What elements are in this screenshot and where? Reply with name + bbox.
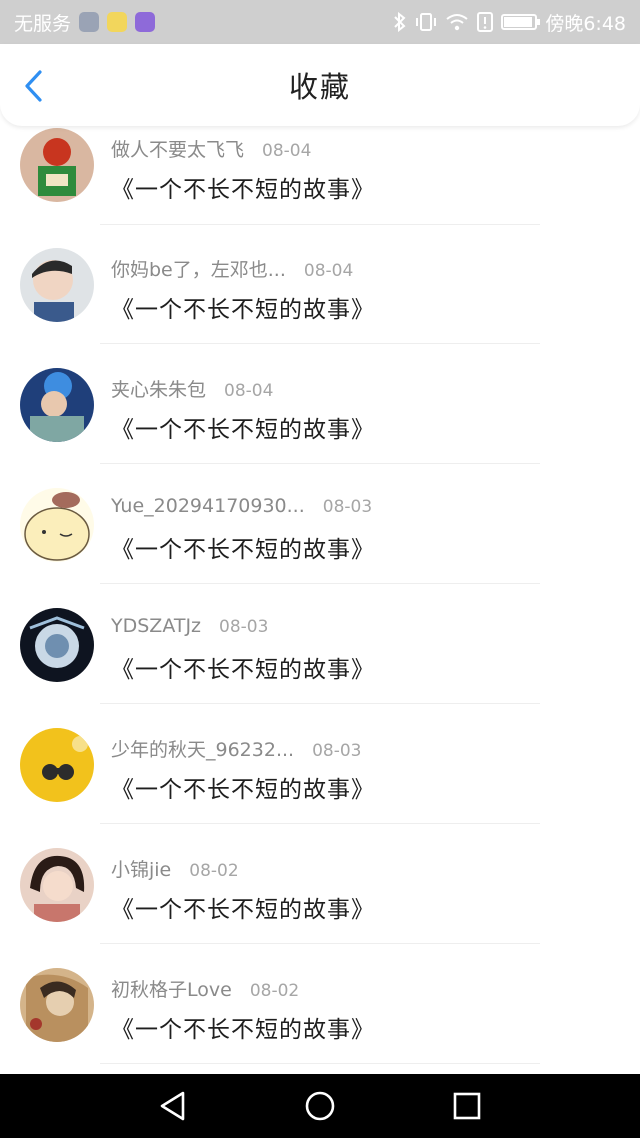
recents-square-icon xyxy=(453,1092,480,1120)
app-chat-icon xyxy=(135,12,156,32)
carrier-text: 无服务 xyxy=(14,12,72,35)
status-bar: 无服务 傍晚6:48 xyxy=(0,0,640,44)
nav-home-button[interactable] xyxy=(300,1086,340,1126)
battery-icon xyxy=(501,14,541,30)
post-date: 08-02 xyxy=(249,981,300,1001)
post-date: 08-03 xyxy=(322,497,373,517)
status-right: 傍晚6:48 xyxy=(393,9,626,36)
list-item[interactable]: 初秋格子Love 08-02 《一个不长不短的故事》 xyxy=(0,944,640,1064)
story-title[interactable]: 《一个不长不短的故事》 xyxy=(111,1010,375,1044)
list-item[interactable]: 小锦jie 08-02 《一个不长不短的故事》 xyxy=(0,824,640,944)
back-button[interactable] xyxy=(14,66,54,106)
username: 小锦jie xyxy=(111,859,172,881)
story-title[interactable]: 《一个不长不短的故事》 xyxy=(111,530,375,564)
status-left: 无服务 xyxy=(14,9,156,36)
post-date: 08-03 xyxy=(219,617,269,637)
alert-icon xyxy=(477,12,494,32)
username: 少年的秋天_96232... xyxy=(111,739,295,761)
post-date: 08-03 xyxy=(312,741,362,761)
username: 初秋格子Love xyxy=(111,979,232,1001)
username: 你妈be了，左邓也... xyxy=(111,259,286,281)
story-title[interactable]: 《一个不长不短的故事》 xyxy=(111,410,375,444)
bluetooth-icon xyxy=(394,12,406,32)
system-nav-bar xyxy=(0,1074,640,1138)
username: YDSZATJz xyxy=(111,615,202,637)
home-circle-icon xyxy=(305,1091,335,1121)
list-item[interactable]: 你妈be了，左邓也... 08-04 《一个不长不短的故事》 xyxy=(0,224,640,344)
avatar xyxy=(20,248,94,322)
story-title[interactable]: 《一个不长不短的故事》 xyxy=(111,890,375,924)
favorites-list: 做人不要太飞飞 08-04 《一个不长不短的故事》 你妈be了，左邓也... 0… xyxy=(0,104,640,1074)
list-item[interactable]: Yue_20294170930... 08-03 《一个不长不短的故事》 xyxy=(0,464,640,584)
nav-recents-button[interactable] xyxy=(447,1086,487,1126)
story-title[interactable]: 《一个不长不短的故事》 xyxy=(111,650,375,684)
post-date: 08-02 xyxy=(189,861,239,881)
username: 做人不要太飞飞 xyxy=(111,139,245,161)
post-date: 08-04 xyxy=(262,141,312,161)
wifi-icon xyxy=(446,14,468,31)
story-title[interactable]: 《一个不长不短的故事》 xyxy=(111,170,375,204)
avatar xyxy=(20,848,94,922)
back-triangle-icon xyxy=(161,1091,185,1121)
avatar xyxy=(20,368,94,442)
app-face-icon xyxy=(107,12,128,32)
avatar xyxy=(20,488,94,562)
story-title[interactable]: 《一个不长不短的故事》 xyxy=(111,290,375,324)
avatar xyxy=(20,128,94,202)
post-date: 08-04 xyxy=(224,381,274,401)
status-time: 傍晚6:48 xyxy=(545,12,626,35)
list-item[interactable]: 少年的秋天_96232... 08-03 《一个不长不短的故事》 xyxy=(0,704,640,824)
list-item[interactable]: YDSZATJz 08-03 《一个不长不短的故事》 xyxy=(0,584,640,704)
avatar xyxy=(20,728,94,802)
avatar xyxy=(20,608,94,682)
username: Yue_20294170930... xyxy=(111,495,305,517)
header-bar: 收藏 xyxy=(0,44,640,126)
story-title[interactable]: 《一个不长不短的故事》 xyxy=(111,770,375,804)
chevron-left-icon xyxy=(25,70,42,102)
divider xyxy=(100,1063,540,1064)
avatar xyxy=(20,968,94,1042)
nav-back-button[interactable] xyxy=(153,1086,193,1126)
app-shield-icon xyxy=(79,12,100,32)
list-item[interactable]: 夹心朱朱包 08-04 《一个不长不短的故事》 xyxy=(0,344,640,464)
page-title: 收藏 xyxy=(288,70,351,104)
vibrate-icon xyxy=(416,13,437,31)
username: 夹心朱朱包 xyxy=(111,379,207,401)
post-date: 08-04 xyxy=(303,261,354,281)
